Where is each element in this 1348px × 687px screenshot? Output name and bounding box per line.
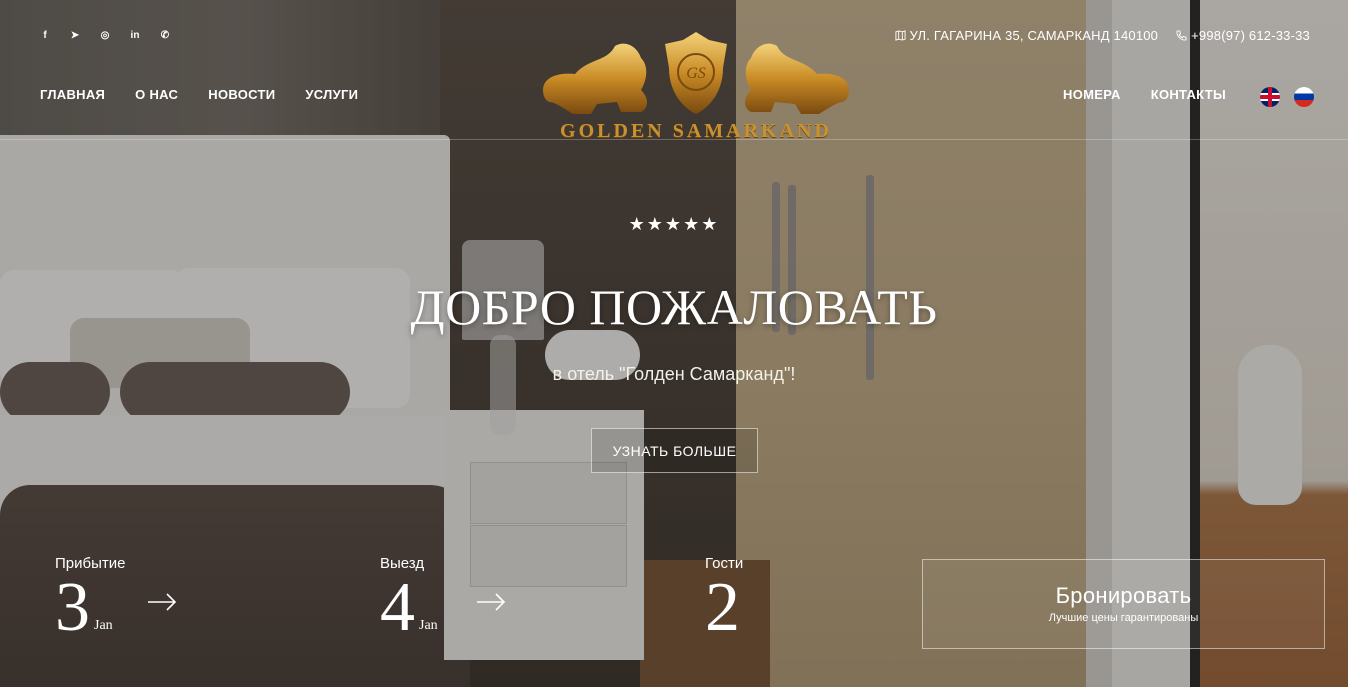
hero-subtitle: в отель "Голден Самарканд"! — [552, 364, 796, 384]
address-text: УЛ. ГАГАРИНА 35, САМАРКАНД 140100 — [909, 28, 1159, 43]
contact-info: УЛ. ГАГАРИНА 35, САМАРКАНД 140100 +998(9… — [894, 28, 1311, 43]
ru-flag-icon[interactable] — [1294, 87, 1314, 107]
uk-flag-icon[interactable] — [1260, 87, 1280, 107]
facebook-icon[interactable]: f — [38, 28, 52, 42]
nav-item-contacts[interactable]: КОНТАКТЫ — [1151, 87, 1226, 102]
social-links: f ➤ ◎ in ✆ — [38, 28, 172, 42]
instagram-icon[interactable]: ◎ — [98, 28, 112, 42]
departure-date-picker[interactable]: Выезд 4 Jan — [380, 555, 438, 646]
lions-crest-icon: GS — [543, 32, 849, 114]
phone-link[interactable]: +998(97) 612-33-33 — [1176, 28, 1310, 43]
address-link[interactable]: УЛ. ГАГАРИНА 35, САМАРКАНД 140100 — [894, 28, 1159, 43]
learn-more-button[interactable]: УЗНАТЬ БОЛЬШЕ — [591, 428, 758, 473]
logo-text: GOLDEN SAMARKAND — [560, 120, 832, 142]
departure-day: 4 — [380, 569, 415, 646]
arrival-value: 3 Jan — [55, 569, 125, 646]
arrival-date-picker[interactable]: Прибытие 3 Jan — [55, 555, 125, 646]
arrow-right-icon — [477, 593, 506, 611]
book-button-note: Лучшие цены гарантированы — [1048, 612, 1199, 624]
departure-month: Jan — [419, 618, 438, 633]
linkedin-icon[interactable]: in — [128, 28, 142, 42]
guests-selector[interactable]: Гости 2 — [705, 555, 743, 646]
arrival-month: Jan — [94, 618, 113, 633]
nav-item-rooms[interactable]: НОМЕРА — [1063, 87, 1121, 102]
guests-value: 2 — [705, 569, 743, 646]
arrival-day: 3 — [55, 569, 90, 646]
arrow-right-icon — [148, 593, 177, 611]
departure-value: 4 Jan — [380, 569, 438, 646]
main-nav-left: ГЛАВНАЯ О НАС НОВОСТИ УСЛУГИ — [40, 87, 358, 102]
hero-section: f ➤ ◎ in ✆ УЛ. ГАГАРИНА 35, САМАРКАНД 14… — [0, 0, 1348, 687]
main-nav-right: НОМЕРА КОНТАКТЫ — [1063, 87, 1226, 102]
phone-text: +998(97) 612-33-33 — [1191, 28, 1310, 43]
nav-item-home[interactable]: ГЛАВНАЯ — [40, 87, 105, 102]
language-switcher — [1260, 87, 1314, 107]
rating-stars: ★★★★★ — [628, 214, 720, 234]
nav-item-about[interactable]: О НАС — [135, 87, 178, 102]
svg-text:GS: GS — [686, 65, 706, 82]
guests-count: 2 — [705, 569, 740, 646]
map-icon — [894, 30, 906, 41]
nav-item-services[interactable]: УСЛУГИ — [305, 87, 358, 102]
hero-title: ДОБРО ПОЖАЛОВАТЬ — [410, 279, 938, 335]
whatsapp-icon[interactable]: ✆ — [158, 28, 172, 42]
book-button-label: Бронировать — [1055, 583, 1192, 608]
telegram-icon[interactable]: ➤ — [68, 28, 82, 42]
hotel-logo[interactable]: GS GOLDEN SAMARKAND — [537, 28, 855, 142]
phone-icon — [1176, 30, 1187, 41]
book-button[interactable]: Бронировать Лучшие цены гарантированы — [922, 559, 1325, 649]
nav-item-news[interactable]: НОВОСТИ — [208, 87, 275, 102]
